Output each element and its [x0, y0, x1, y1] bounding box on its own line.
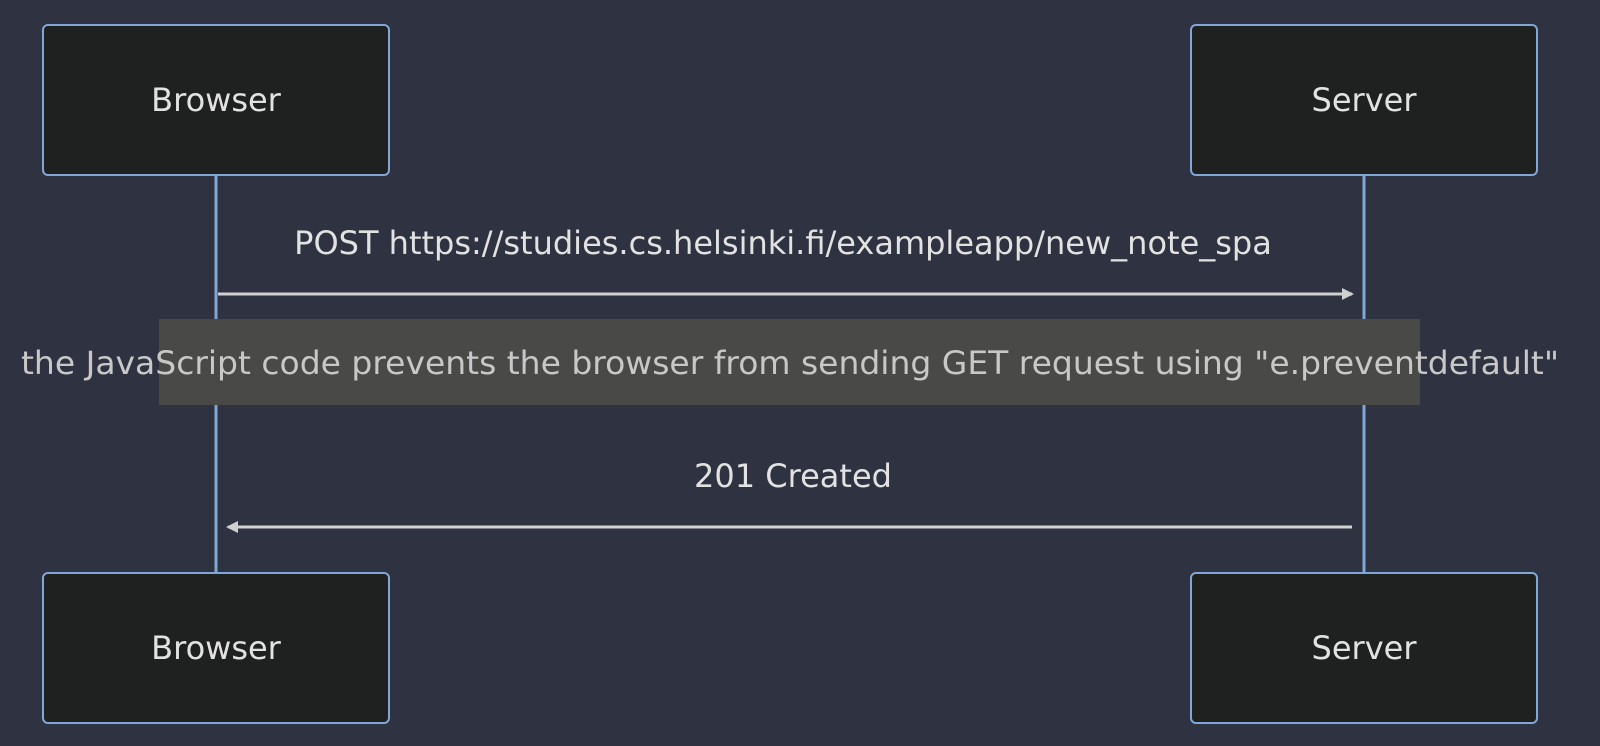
sequence-diagram-canvas: Browser Server POST https://studies.cs.h… — [21, 24, 1559, 724]
participant-server-top-label: Server — [1312, 81, 1418, 119]
message-post-label: POST https://studies.cs.helsinki.fi/exam… — [294, 224, 1272, 262]
participant-browser-top-label: Browser — [151, 81, 282, 119]
participant-server-bottom-label: Server — [1312, 629, 1418, 667]
note-text: the JavaScript code prevents the browser… — [21, 344, 1559, 382]
message-created-label: 201 Created — [694, 457, 892, 495]
participant-browser-top: Browser — [42, 24, 390, 176]
participant-server-top: Server — [1190, 24, 1538, 176]
participant-browser-bottom: Browser — [42, 572, 390, 724]
participant-browser-bottom-label: Browser — [151, 629, 282, 667]
note: the JavaScript code prevents the browser… — [21, 319, 1559, 405]
participant-server-bottom: Server — [1190, 572, 1538, 724]
sequence-diagram: Browser Server POST https://studies.cs.h… — [0, 0, 1600, 741]
